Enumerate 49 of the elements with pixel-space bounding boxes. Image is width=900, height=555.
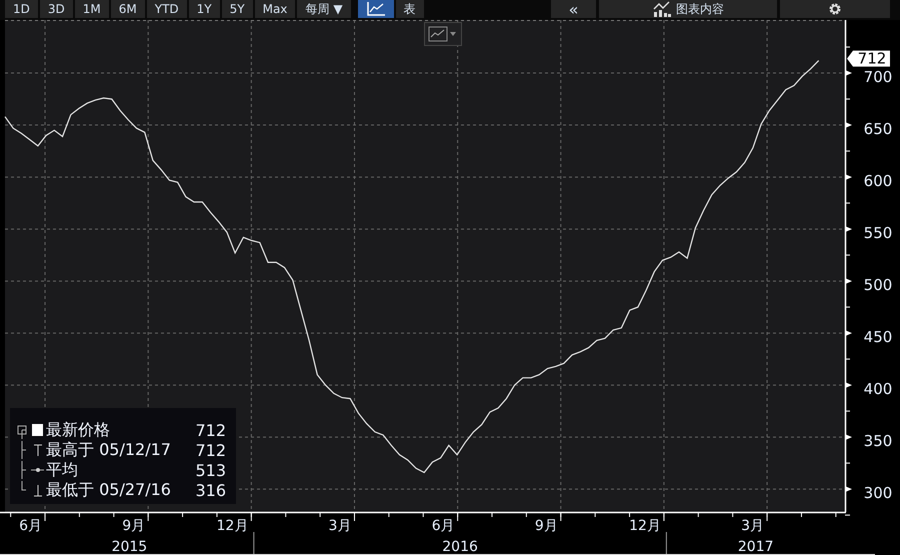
x-axis-label: 3月 — [328, 518, 352, 534]
legend-marker-icon — [16, 421, 46, 439]
year-label: 2016 — [442, 539, 478, 555]
y-axis-label: 550 — [864, 224, 892, 242]
range-button[interactable]: 1Y — [188, 0, 220, 18]
y-axis-label: 600 — [864, 172, 892, 190]
legend-label: 最新价格 — [46, 420, 111, 440]
collapse-button[interactable]: « — [551, 0, 596, 18]
y-axis-label: 450 — [864, 328, 892, 346]
y-axis-label: 700 — [864, 68, 892, 86]
frequency-dropdown[interactable]: 每周 ▼ — [297, 0, 351, 18]
year-label: 2015 — [112, 539, 148, 555]
chart-icon — [652, 1, 672, 17]
y-axis-label: 650 — [864, 120, 892, 138]
legend-value: 513 — [194, 460, 226, 480]
last-value-tag: 712 — [847, 50, 890, 68]
range-button[interactable]: 6M — [110, 0, 145, 18]
y-axis-label: 400 — [864, 380, 892, 398]
x-axis-label: 6月 — [432, 518, 455, 534]
settings-icon — [828, 2, 842, 16]
y-axis-label: 500 — [864, 276, 892, 294]
range-button[interactable]: 3D — [40, 0, 73, 18]
caret-icon — [450, 32, 456, 36]
x-axis-label: 3月 — [741, 518, 764, 534]
legend-label: 平均 — [46, 460, 79, 480]
legend-label: 最高于 05/12/17 — [46, 440, 172, 460]
legend-value: 316 — [194, 480, 226, 500]
range-button[interactable]: Max — [254, 0, 296, 18]
range-button[interactable]: 5Y — [222, 0, 253, 18]
range-button[interactable]: 1D — [5, 0, 38, 18]
range-button[interactable]: 1M — [74, 0, 109, 18]
x-axis-label: 9月 — [122, 518, 146, 534]
chart-type-button[interactable] — [424, 22, 462, 46]
settings-button[interactable] — [780, 0, 890, 18]
legend-label: 最低于 05/27/16 — [46, 480, 172, 500]
y-axis-label: 300 — [864, 484, 892, 502]
x-axis-label: 9月 — [534, 518, 558, 534]
table-view-tab[interactable]: 表 — [396, 0, 424, 18]
year-label: 2017 — [738, 539, 774, 555]
range-button[interactable]: YTD — [146, 0, 187, 18]
chart-view-button[interactable] — [358, 0, 394, 18]
x-axis-label: 6月 — [19, 518, 42, 534]
line-chart-icon — [428, 26, 448, 42]
chart-contents-button[interactable]: 图表内容 — [599, 0, 777, 18]
y-axis-label: 350 — [864, 432, 892, 450]
legend-value: 712 — [194, 420, 226, 440]
x-axis-label: 12月 — [216, 518, 248, 534]
x-axis-label: 12月 — [629, 518, 661, 534]
legend-value: 712 — [194, 440, 226, 460]
